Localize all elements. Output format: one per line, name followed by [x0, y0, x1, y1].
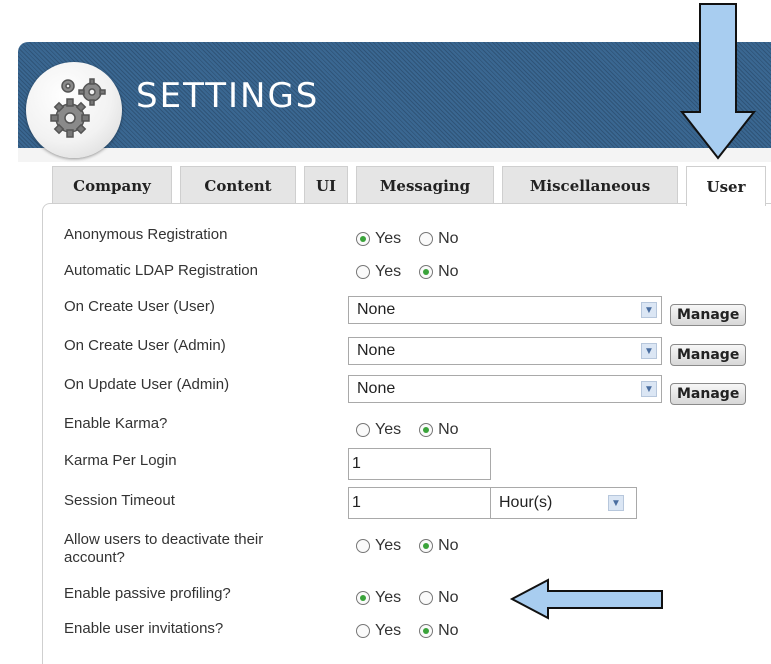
enable-passive-profiling-yes[interactable]: Yes [356, 589, 401, 607]
on-create-user-admin-label: On Create User (Admin) [64, 337, 226, 354]
on-create-user-admin-manage-button[interactable]: Manage [670, 344, 747, 366]
automatic-ldap-registration-no[interactable]: No [419, 263, 459, 281]
on-create-user-user-manage-button[interactable]: Manage [670, 304, 747, 326]
page-title: SETTINGS [136, 76, 320, 116]
radio-checked-icon [419, 624, 434, 638]
chevron-down-icon[interactable]: ▼ [641, 343, 657, 359]
tab-messaging[interactable]: Messaging [356, 166, 494, 204]
enable-karma-radios: Yes No [356, 421, 459, 439]
anonymous-registration-label: Anonymous Registration [64, 226, 228, 243]
enable-karma-label: Enable Karma? [64, 415, 168, 432]
automatic-ldap-registration-radios: Yes No [356, 263, 459, 281]
enable-user-invitations-yes[interactable]: Yes [356, 622, 401, 640]
on-update-user-admin-label: On Update User (Admin) [64, 376, 230, 393]
anonymous-registration-no[interactable]: No [419, 230, 459, 248]
radio-unchecked-icon [419, 232, 434, 246]
session-timeout-unit-select[interactable]: Hour(s) ▼ [490, 487, 637, 519]
automatic-ldap-registration-label: Automatic LDAP Registration [64, 262, 258, 279]
radio-checked-icon [419, 265, 434, 279]
automatic-ldap-registration-yes[interactable]: Yes [356, 263, 401, 281]
karma-per-login-input[interactable]: 1 [348, 448, 491, 480]
radio-unchecked-icon [356, 624, 370, 638]
enable-user-invitations-label: Enable user invitations? [64, 620, 224, 637]
enable-user-invitations-radios: Yes No [356, 622, 459, 640]
tab-miscellaneous[interactable]: Miscellaneous [502, 166, 678, 204]
tab-content[interactable]: Content [180, 166, 296, 204]
enable-karma-yes[interactable]: Yes [356, 421, 401, 439]
tab-user[interactable]: User [686, 166, 766, 206]
karma-per-login-label: Karma Per Login [64, 452, 177, 469]
radio-checked-icon [356, 232, 370, 246]
enable-karma-no[interactable]: No [419, 421, 459, 439]
radio-unchecked-icon [356, 423, 370, 437]
down-arrow-annotation-icon [680, 3, 757, 160]
chevron-down-icon[interactable]: ▼ [608, 495, 624, 511]
chevron-down-icon[interactable]: ▼ [641, 381, 657, 397]
left-arrow-annotation-icon [509, 578, 663, 620]
anonymous-registration-radios: Yes No [356, 230, 459, 248]
radio-checked-icon [356, 591, 370, 605]
tab-ui[interactable]: UI [304, 166, 348, 204]
enable-passive-profiling-label: Enable passive profiling? [64, 585, 231, 602]
enable-passive-profiling-radios: Yes No [356, 589, 459, 607]
tab-company[interactable]: Company [52, 166, 172, 204]
allow-deactivate-no[interactable]: No [419, 537, 459, 555]
header-band [18, 148, 771, 162]
session-timeout-label: Session Timeout [64, 492, 175, 509]
allow-deactivate-yes[interactable]: Yes [356, 537, 401, 555]
anonymous-registration-yes[interactable]: Yes [356, 230, 401, 248]
on-create-user-admin-select[interactable]: None ▼ [348, 337, 662, 365]
session-timeout-input[interactable]: 1 [348, 487, 491, 519]
on-create-user-user-label: On Create User (User) [64, 298, 215, 315]
radio-unchecked-icon [356, 265, 370, 279]
enable-user-invitations-no[interactable]: No [419, 622, 459, 640]
settings-logo [26, 62, 122, 158]
enable-passive-profiling-no[interactable]: No [419, 589, 459, 607]
radio-unchecked-icon [419, 591, 434, 605]
on-update-user-admin-select[interactable]: None ▼ [348, 375, 662, 403]
on-update-user-admin-manage-button[interactable]: Manage [670, 383, 747, 405]
on-create-user-user-select[interactable]: None ▼ [348, 296, 662, 324]
radio-checked-icon [419, 539, 434, 553]
radio-checked-icon [419, 423, 434, 437]
radio-unchecked-icon [356, 539, 370, 553]
gears-icon [50, 78, 106, 138]
allow-deactivate-radios: Yes No [356, 537, 459, 555]
settings-header [18, 42, 771, 150]
allow-deactivate-label: Allow users to deactivate their account? [64, 531, 264, 566]
chevron-down-icon[interactable]: ▼ [641, 302, 657, 318]
